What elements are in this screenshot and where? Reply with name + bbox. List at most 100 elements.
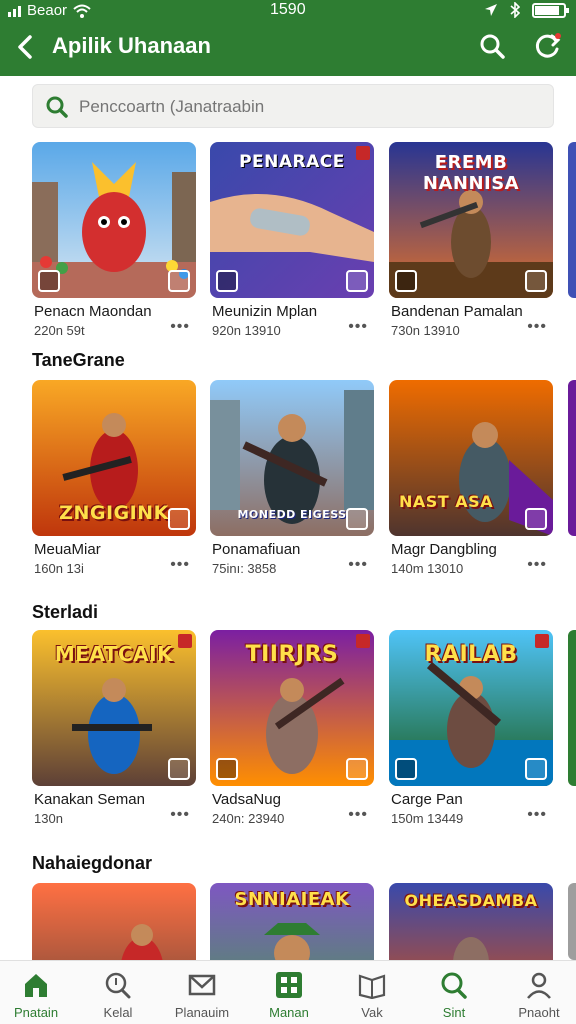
chat-icon (346, 270, 368, 292)
game-thumbnail (32, 142, 196, 298)
game-name: Penacn Maondan (34, 303, 152, 320)
game-banner-text: SNNIAIEAK (234, 889, 350, 910)
corner-tag (535, 634, 549, 648)
home-icon (25, 974, 47, 997)
mail-icon (188, 974, 216, 996)
more-options-icon[interactable]: ••• (170, 318, 190, 336)
game-name: Meunizin Mplan (212, 303, 318, 320)
nav-label: Kelal (103, 1005, 133, 1020)
more-options-icon[interactable]: ••• (348, 556, 368, 574)
signal-icon (8, 5, 21, 17)
next-card-edge (568, 142, 576, 298)
game-name: Bandenan Pamalan (391, 303, 523, 320)
nav-label: Pnatain (13, 1005, 59, 1020)
image-icon (395, 758, 417, 780)
chat-icon (525, 270, 547, 292)
carrier-label: Beaor (27, 2, 68, 19)
location-icon (485, 4, 497, 16)
game-card[interactable]: NAST ASA Magr Dangbling 140m 13010 ••• (389, 380, 553, 580)
game-thumbnail: NAST ASA (389, 380, 553, 536)
next-card-edge (568, 380, 576, 536)
nav-item-home[interactable]: Pnatain (0, 961, 78, 1024)
chat-icon (168, 508, 190, 530)
image-icon (216, 758, 238, 780)
game-thumbnail: PENARACE (210, 142, 374, 298)
image-icon (395, 270, 417, 292)
page-title: Apilik Uhanaan (52, 33, 211, 58)
game-card[interactable]: TIIRJRS VadsaNug 240n: 23940 ••• (210, 630, 374, 830)
nav-item-vak[interactable]: Vak (330, 961, 414, 1024)
grid-icon (276, 972, 302, 998)
game-card[interactable]: ZNGIGINK MeuaMiar 160n 13i ••• (32, 380, 196, 580)
more-options-icon[interactable]: ••• (348, 806, 368, 824)
game-card[interactable] (32, 883, 196, 960)
game-banner-text: MEATCAIK (54, 642, 174, 666)
search-icon (105, 972, 131, 999)
chat-icon (346, 758, 368, 780)
game-name: Carge Pan (391, 791, 463, 808)
game-thumbnail: MONEDD EIGESS (210, 380, 374, 536)
corner-tag (178, 634, 192, 648)
game-card[interactable]: PENARACE Meunizin Mplan 920n 13910 ••• (210, 142, 374, 342)
section-title: TaneGrane (32, 350, 125, 370)
battery-icon (532, 2, 569, 18)
game-meta: 130n (34, 811, 63, 826)
section-title: Nahaiegdonar (32, 853, 153, 873)
bluetooth-icon (510, 2, 520, 18)
nav-item-sint[interactable]: Sint (412, 961, 496, 1024)
search-icon (46, 96, 68, 118)
image-icon (38, 270, 60, 292)
nav-label: Planauim (174, 1005, 230, 1020)
game-thumbnail: MEATCAIK (32, 630, 196, 786)
app-bar: Apilik Uhanaan (0, 22, 576, 76)
game-card[interactable]: OHEASDAMBA (389, 883, 553, 960)
nav-item-kelal[interactable]: Kelal (76, 961, 160, 1024)
game-card[interactable]: EREMB NANNISA Bandenan Pamalan 730n 1391… (389, 142, 553, 342)
corner-tag (356, 634, 370, 648)
nav-item-planauim[interactable]: Planauim (160, 961, 244, 1024)
more-options-icon[interactable]: ••• (170, 806, 190, 824)
next-card-edge (568, 883, 576, 960)
search-bar[interactable] (32, 84, 554, 128)
game-name: VadsaNug (212, 791, 281, 808)
bottom-navigation: Pnatain Kelal Planauim Manan Vak Sint Pn… (0, 960, 576, 1024)
wifi-icon (73, 4, 91, 18)
more-options-icon[interactable]: ••• (170, 556, 190, 574)
game-thumbnail: RAILAB (389, 630, 553, 786)
section-title: Sterladi (32, 602, 99, 622)
nav-label: Manan (269, 1005, 309, 1020)
game-card[interactable]: MEATCAIK Kanakan Seman 130n ••• (32, 630, 196, 830)
game-meta: 160n 13i (34, 561, 84, 576)
chat-icon (525, 758, 547, 780)
nav-item-manan[interactable]: Manan (247, 961, 331, 1024)
nav-label: Sint (442, 1005, 466, 1020)
more-options-icon[interactable]: ••• (348, 318, 368, 336)
more-options-icon[interactable]: ••• (527, 556, 547, 574)
game-thumbnail: OHEASDAMBA (389, 883, 553, 960)
game-card[interactable]: MONEDD EIGESS Ponamafiuan 75inı: 3858 ••… (210, 380, 374, 580)
sync-icon[interactable] (534, 32, 562, 60)
game-meta: 150m 13449 (391, 811, 464, 826)
game-thumbnail: SNNIAIEAK (210, 883, 374, 960)
search-icon[interactable] (478, 32, 506, 60)
back-arrow-icon[interactable] (12, 32, 38, 62)
game-thumbnail: EREMB NANNISA (389, 142, 553, 298)
game-card[interactable]: Penacn Maondan 220n 59t ••• (32, 142, 196, 342)
profile-icon (527, 972, 551, 999)
game-meta: 75inı: 3858 (212, 561, 277, 576)
game-banner-text: TIIRJRS (245, 642, 339, 667)
more-options-icon[interactable]: ••• (527, 806, 547, 824)
corner-tag (356, 146, 370, 160)
nav-item-profile[interactable]: Pnaoht (497, 961, 576, 1024)
more-options-icon[interactable]: ••• (527, 318, 547, 336)
game-card[interactable]: RAILAB Carge Pan 150m 13449 ••• (389, 630, 553, 830)
game-name: Kanakan Seman (34, 791, 145, 808)
game-banner-text: OHEASDAMBA (404, 891, 538, 910)
status-bar: Beaor 1590 (0, 0, 576, 22)
game-card[interactable]: SNNIAIEAK (210, 883, 374, 960)
chat-icon (168, 758, 190, 780)
game-name: Magr Dangbling (391, 541, 497, 558)
search-input[interactable] (79, 93, 539, 121)
game-meta: 220n 59t (34, 323, 85, 338)
game-name: Ponamafiuan (212, 541, 301, 558)
